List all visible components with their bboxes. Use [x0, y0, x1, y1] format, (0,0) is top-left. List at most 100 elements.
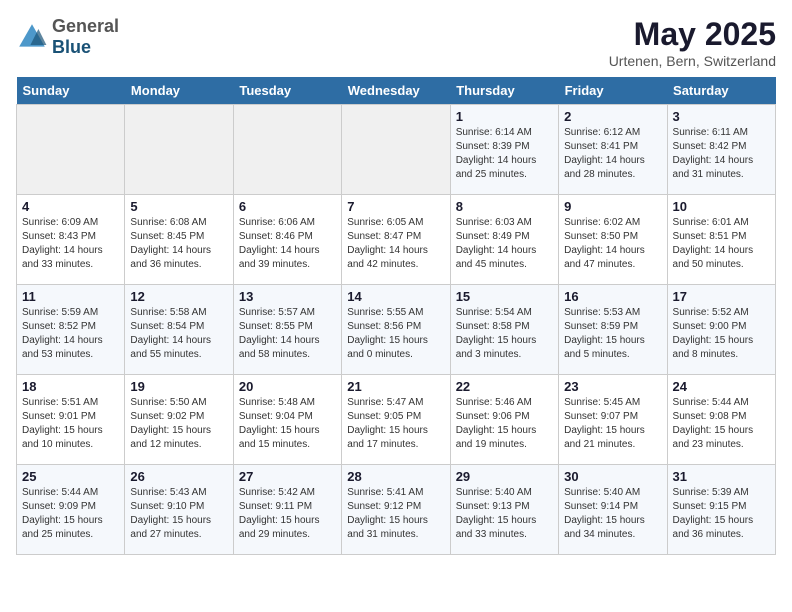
day-number: 9 [564, 199, 661, 214]
day-number: 17 [673, 289, 770, 304]
logo-text-blue: Blue [52, 37, 91, 57]
calendar-cell [17, 105, 125, 195]
day-number: 21 [347, 379, 444, 394]
day-number: 3 [673, 109, 770, 124]
calendar-cell: 12 Sunrise: 5:58 AM Sunset: 8:54 PM Dayli… [125, 285, 233, 375]
day-number: 12 [130, 289, 227, 304]
calendar-cell: 7 Sunrise: 6:05 AM Sunset: 8:47 PM Daylig… [342, 195, 450, 285]
day-number: 19 [130, 379, 227, 394]
day-number: 6 [239, 199, 336, 214]
calendar-cell: 24Sunrise: 5:44 AM Sunset: 9:08 PM Dayli… [667, 375, 775, 465]
day-info: Sunrise: 5:50 AM Sunset: 9:02 PM Dayligh… [130, 396, 227, 452]
calendar-cell: 5Sunrise: 6:08 AM Sunset: 8:45 PM Daylig… [125, 195, 233, 285]
calendar-cell: 30 Sunrise: 5:40 AM Sunset: 9:14 PM Dayli… [559, 465, 667, 555]
calendar-week-row: 11Sunrise: 5:59 AM Sunset: 8:52 PM Dayli… [17, 285, 776, 375]
day-number: 4 [22, 199, 119, 214]
day-info: Sunrise: 5:40 AM Sunset: 9:14 PM Dayligh… [564, 486, 661, 542]
day-number: 27 [239, 469, 336, 484]
day-info: Sunrise: 6:06 AM Sunset: 8:46 PM Dayligh… [239, 216, 336, 272]
day-info: Sunrise: 5:46 AM Sunset: 9:06 PM Dayligh… [456, 396, 553, 452]
day-info: Sunrise: 6:02 AM Sunset: 8:50 PM Dayligh… [564, 216, 661, 272]
day-number: 14 [347, 289, 444, 304]
calendar-cell: 16Sunrise: 5:53 AM Sunset: 8:59 PM Dayli… [559, 285, 667, 375]
day-info: Sunrise: 5:52 AM Sunset: 9:00 PM Dayligh… [673, 306, 770, 362]
day-info: Sunrise: 6:03 AM Sunset: 8:49 PM Dayligh… [456, 216, 553, 272]
day-info: Sunrise: 5:55 AM Sunset: 8:56 PM Dayligh… [347, 306, 444, 362]
location: Urtenen, Bern, Switzerland [609, 53, 776, 69]
calendar-cell: 2 Sunrise: 6:12 AM Sunset: 8:41 PM Daylig… [559, 105, 667, 195]
calendar-cell: 23 Sunrise: 5:45 AM Sunset: 9:07 PM Dayli… [559, 375, 667, 465]
weekday-header-wednesday: Wednesday [342, 77, 450, 105]
day-info: Sunrise: 5:42 AM Sunset: 9:11 PM Dayligh… [239, 486, 336, 542]
logo-icon [16, 21, 48, 53]
calendar-cell: 27 Sunrise: 5:42 AM Sunset: 9:11 PM Dayli… [233, 465, 341, 555]
day-info: Sunrise: 5:57 AM Sunset: 8:55 PM Dayligh… [239, 306, 336, 362]
day-info: Sunrise: 5:44 AM Sunset: 9:09 PM Dayligh… [22, 486, 119, 542]
calendar-cell: 19 Sunrise: 5:50 AM Sunset: 9:02 PM Dayli… [125, 375, 233, 465]
calendar-cell [342, 105, 450, 195]
calendar-cell: 1 Sunrise: 6:14 AM Sunset: 8:39 PM Daylig… [450, 105, 558, 195]
calendar-cell [125, 105, 233, 195]
calendar-cell: 28Sunrise: 5:41 AM Sunset: 9:12 PM Dayli… [342, 465, 450, 555]
day-number: 15 [456, 289, 553, 304]
day-info: Sunrise: 6:14 AM Sunset: 8:39 PM Dayligh… [456, 126, 553, 182]
day-number: 5 [130, 199, 227, 214]
day-info: Sunrise: 5:51 AM Sunset: 9:01 PM Dayligh… [22, 396, 119, 452]
day-number: 8 [456, 199, 553, 214]
calendar-cell [233, 105, 341, 195]
logo: General Blue [16, 16, 119, 58]
day-number: 28 [347, 469, 444, 484]
day-info: Sunrise: 6:12 AM Sunset: 8:41 PM Dayligh… [564, 126, 661, 182]
weekday-header-sunday: Sunday [17, 77, 125, 105]
day-number: 2 [564, 109, 661, 124]
day-info: Sunrise: 6:01 AM Sunset: 8:51 PM Dayligh… [673, 216, 770, 272]
logo-text-general: General [52, 16, 119, 36]
day-info: Sunrise: 5:45 AM Sunset: 9:07 PM Dayligh… [564, 396, 661, 452]
weekday-header-monday: Monday [125, 77, 233, 105]
day-info: Sunrise: 5:58 AM Sunset: 8:54 PM Dayligh… [130, 306, 227, 362]
day-number: 7 [347, 199, 444, 214]
day-number: 13 [239, 289, 336, 304]
day-number: 30 [564, 469, 661, 484]
weekday-header-tuesday: Tuesday [233, 77, 341, 105]
calendar-cell: 31Sunrise: 5:39 AM Sunset: 9:15 PM Dayli… [667, 465, 775, 555]
calendar-cell: 13 Sunrise: 5:57 AM Sunset: 8:55 PM Dayli… [233, 285, 341, 375]
calendar-cell: 21Sunrise: 5:47 AM Sunset: 9:05 PM Dayli… [342, 375, 450, 465]
day-number: 10 [673, 199, 770, 214]
day-number: 26 [130, 469, 227, 484]
day-info: Sunrise: 5:43 AM Sunset: 9:10 PM Dayligh… [130, 486, 227, 542]
weekday-header-friday: Friday [559, 77, 667, 105]
day-number: 20 [239, 379, 336, 394]
calendar-cell: 17 Sunrise: 5:52 AM Sunset: 9:00 PM Dayli… [667, 285, 775, 375]
calendar-week-row: 18Sunrise: 5:51 AM Sunset: 9:01 PM Dayli… [17, 375, 776, 465]
day-info: Sunrise: 6:11 AM Sunset: 8:42 PM Dayligh… [673, 126, 770, 182]
day-info: Sunrise: 6:09 AM Sunset: 8:43 PM Dayligh… [22, 216, 119, 272]
day-number: 1 [456, 109, 553, 124]
day-info: Sunrise: 6:05 AM Sunset: 8:47 PM Dayligh… [347, 216, 444, 272]
calendar-week-row: 1 Sunrise: 6:14 AM Sunset: 8:39 PM Daylig… [17, 105, 776, 195]
day-number: 31 [673, 469, 770, 484]
calendar-cell: 9 Sunrise: 6:02 AM Sunset: 8:50 PM Daylig… [559, 195, 667, 285]
day-number: 11 [22, 289, 119, 304]
weekday-header-thursday: Thursday [450, 77, 558, 105]
day-number: 29 [456, 469, 553, 484]
calendar-cell: 15 Sunrise: 5:54 AM Sunset: 8:58 PM Dayli… [450, 285, 558, 375]
day-info: Sunrise: 5:44 AM Sunset: 9:08 PM Dayligh… [673, 396, 770, 452]
weekday-header-saturday: Saturday [667, 77, 775, 105]
calendar-cell: 6 Sunrise: 6:06 AM Sunset: 8:46 PM Daylig… [233, 195, 341, 285]
day-info: Sunrise: 5:54 AM Sunset: 8:58 PM Dayligh… [456, 306, 553, 362]
day-number: 25 [22, 469, 119, 484]
calendar-table: SundayMondayTuesdayWednesdayThursdayFrid… [16, 77, 776, 555]
calendar-cell: 11Sunrise: 5:59 AM Sunset: 8:52 PM Dayli… [17, 285, 125, 375]
calendar-cell: 29 Sunrise: 5:40 AM Sunset: 9:13 PM Dayli… [450, 465, 558, 555]
day-info: Sunrise: 5:48 AM Sunset: 9:04 PM Dayligh… [239, 396, 336, 452]
calendar-cell: 26 Sunrise: 5:43 AM Sunset: 9:10 PM Dayli… [125, 465, 233, 555]
day-info: Sunrise: 5:40 AM Sunset: 9:13 PM Dayligh… [456, 486, 553, 542]
day-number: 23 [564, 379, 661, 394]
calendar-cell: 25 Sunrise: 5:44 AM Sunset: 9:09 PM Dayli… [17, 465, 125, 555]
calendar-cell: 14 Sunrise: 5:55 AM Sunset: 8:56 PM Dayli… [342, 285, 450, 375]
calendar-cell: 4 Sunrise: 6:09 AM Sunset: 8:43 PM Daylig… [17, 195, 125, 285]
title-block: May 2025 Urtenen, Bern, Switzerland [609, 16, 776, 69]
day-number: 16 [564, 289, 661, 304]
calendar-cell: 20 Sunrise: 5:48 AM Sunset: 9:04 PM Dayli… [233, 375, 341, 465]
